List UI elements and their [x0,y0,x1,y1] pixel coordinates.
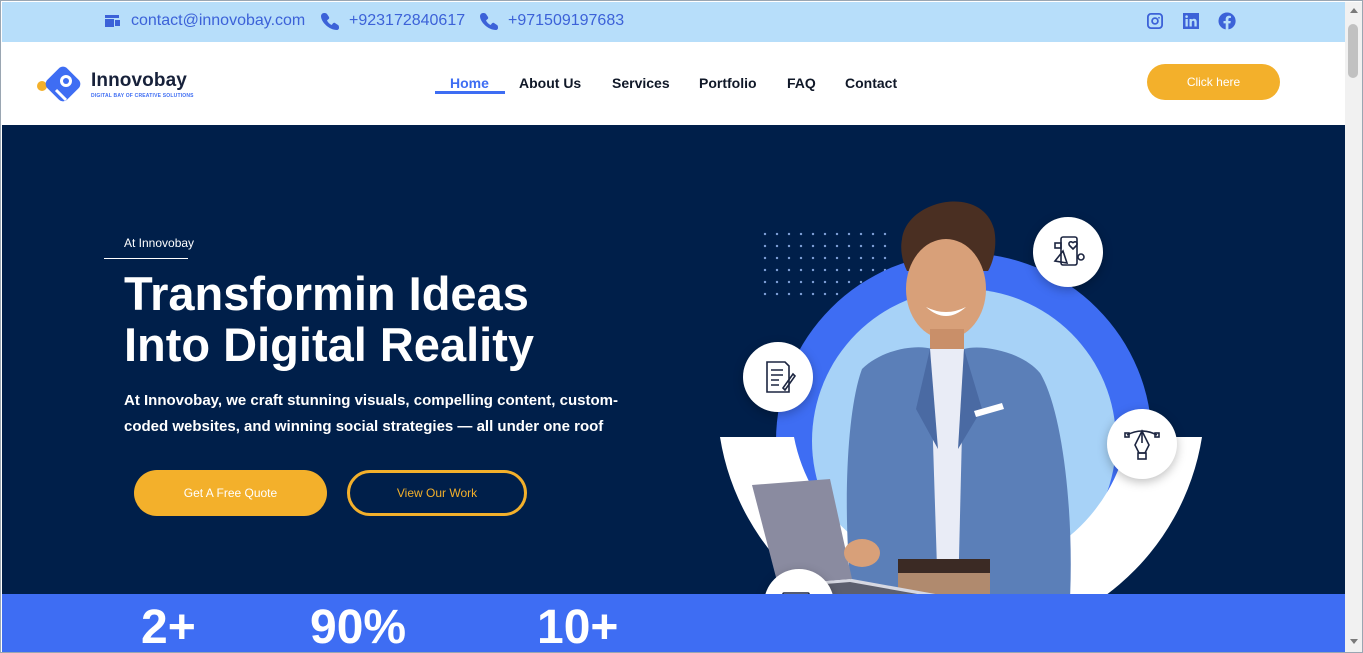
scrollbar-thumb[interactable] [1348,24,1358,78]
nav-services[interactable]: Services [612,75,670,91]
instagram-icon[interactable] [1146,12,1164,30]
nav-contact[interactable]: Contact [845,75,897,91]
email-contact[interactable]: contact@innovobay.com [102,11,305,31]
nav-active-indicator [435,91,505,94]
brand-name: Innovobay [91,70,187,91]
innovobay-logo-icon [37,66,81,102]
stat-value-2: 90% [310,601,407,653]
hero-headline: Transformin Ideas Into Digital Reality [124,268,534,370]
phone-contact-2[interactable]: +971509197683 [479,11,624,31]
nav-home[interactable]: Home [450,75,489,91]
phone-icon [480,13,498,30]
phone-contact-1[interactable]: +923172840617 [320,11,465,31]
email-icon [105,15,120,27]
content-writing-icon [743,342,813,412]
stats-strip: 2+ 90% 10+ [2,594,1345,653]
vertical-scrollbar[interactable] [1345,2,1362,652]
social-media-icon [1033,217,1103,287]
subtext-line-2: coded websites, and winning social strat… [124,418,604,435]
nav-faq[interactable]: FAQ [787,75,816,91]
view-our-work-button[interactable]: View Our Work [347,470,527,516]
headline-line-1: Transformin Ideas [124,267,529,320]
eyebrow-divider [104,258,188,259]
stat-value-3: 10+ [537,601,619,653]
nav-about-us[interactable]: About Us [519,75,581,91]
facebook-icon[interactable] [1218,12,1236,30]
site-header: Innovobay DIGITAL BAY OF CREATIVE SOLUTI… [2,42,1345,125]
get-free-quote-button[interactable]: Get A Free Quote [134,470,327,516]
subtext-line-1: At Innovobay, we craft stunning visuals,… [124,392,618,409]
headline-line-2: Into Digital Reality [124,318,534,371]
phone-text-2[interactable]: +971509197683 [508,12,624,30]
linkedin-icon[interactable] [1182,12,1200,30]
browser-viewport: contact@innovobay.com +923172840617 +971… [0,0,1363,653]
hero-subtext: At Innovobay, we craft stunning visuals,… [124,388,634,440]
email-text[interactable]: contact@innovobay.com [131,12,305,30]
scroll-up-arrow-icon[interactable] [1350,8,1358,13]
nav-portfolio[interactable]: Portfolio [699,75,757,91]
scroll-down-arrow-icon[interactable] [1350,639,1358,644]
brand-logo[interactable]: Innovobay DIGITAL BAY OF CREATIVE SOLUTI… [36,60,196,108]
stat-value-1: 2+ [141,601,196,653]
phone-text-1[interactable]: +923172840617 [349,12,465,30]
phone-icon [321,13,339,30]
click-here-button[interactable]: Click here [1147,64,1280,100]
graphic-design-icon [1107,409,1177,479]
brand-tagline: DIGITAL BAY OF CREATIVE SOLUTIONS [91,93,194,99]
hero-section: At Innovobay Transformin Ideas Into Digi… [2,125,1345,594]
hero-eyebrow: At Innovobay [124,236,195,250]
top-contact-bar: contact@innovobay.com +923172840617 +971… [2,2,1345,42]
